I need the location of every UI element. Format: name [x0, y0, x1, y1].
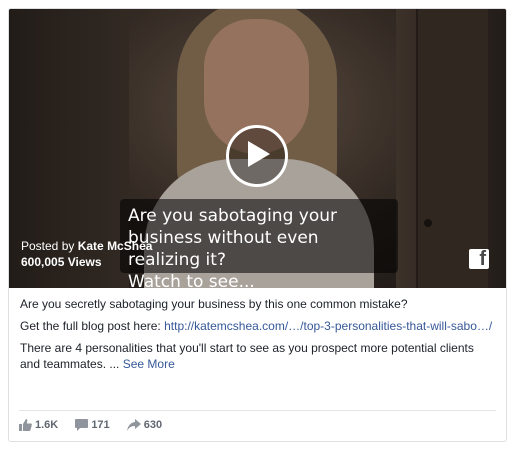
- post-line-3-text: There are 4 personalities that you'll st…: [20, 341, 474, 371]
- post-line-1: Are you secretly sabotaging your busines…: [20, 297, 408, 311]
- post-card: Are you sabotaging your business without…: [8, 8, 507, 442]
- video-caption: Are you sabotaging your business without…: [120, 199, 398, 288]
- post-line-3: There are 4 personalities that you'll st…: [20, 340, 495, 372]
- comments-stat[interactable]: 171: [75, 419, 110, 432]
- like-icon: [19, 419, 32, 432]
- share-icon: [126, 419, 141, 432]
- play-icon[interactable]: [226, 125, 288, 187]
- author-name[interactable]: Kate McShea: [78, 239, 153, 253]
- posted-by: Posted by Kate McShea: [21, 238, 152, 254]
- video-player[interactable]: Are you sabotaging your business without…: [9, 9, 506, 288]
- likes-stat[interactable]: 1.6K: [19, 419, 59, 432]
- post-line-2-prefix: Get the full blog post here:: [20, 319, 161, 333]
- post-line-2: Get the full blog post here: http://kate…: [20, 318, 495, 334]
- comment-icon: [75, 419, 89, 432]
- comments-count: 171: [91, 419, 110, 432]
- likes-count: 1.6K: [35, 419, 59, 432]
- see-more-link[interactable]: See More: [123, 357, 175, 371]
- divider: [19, 410, 496, 411]
- blog-link[interactable]: http://katemcshea.com/…/top-3-personalit…: [164, 319, 492, 333]
- view-count: 600,005 Views: [21, 255, 102, 269]
- facebook-icon: f: [469, 248, 489, 270]
- posted-prefix: Posted by: [21, 239, 75, 253]
- shares-stat[interactable]: 630: [126, 419, 163, 432]
- reaction-stats: 1.6K 171 630: [19, 419, 176, 435]
- shares-count: 630: [143, 419, 163, 432]
- post-text: Are you secretly sabotaging your busines…: [20, 296, 495, 378]
